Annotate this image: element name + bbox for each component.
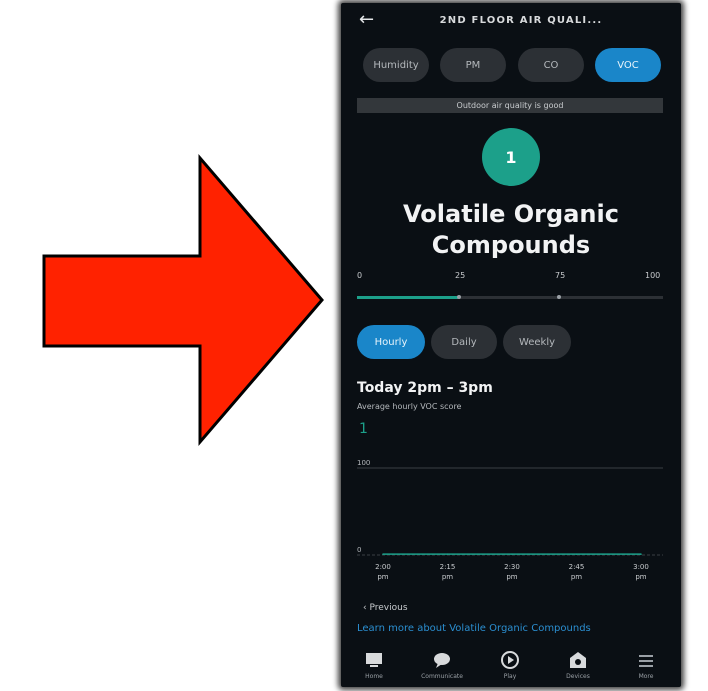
menu-icon [621,649,671,671]
nav-communicate[interactable]: Communicate [417,649,467,680]
period-value: 1 [359,421,368,437]
scale-tick: 0 [357,271,363,280]
previous-link[interactable]: ‹ Previous [363,603,408,613]
x-axis-label: 2:45 [569,563,585,571]
x-axis-label: pm [377,573,388,581]
segment-voc[interactable]: VOC [595,48,661,82]
chat-icon [417,649,467,671]
x-axis-label: 2:15 [440,563,456,571]
x-axis-label: 3:00 [633,563,649,571]
data-point [511,553,513,555]
nav-communicate-label: Communicate [421,673,463,680]
segment-humidity[interactable]: Humidity [363,48,429,82]
bottom-navigation: Home Communicate Play Devices More [341,643,681,687]
phone-screen: ← 2ND FLOOR AIR QUALI... Humidity PM CO … [341,3,681,687]
scale-tick: 100 [645,271,661,280]
outdoor-air-banner: Outdoor air quality is good [357,98,663,113]
nav-play-label: Play [503,673,517,680]
y-axis-label: 0 [357,546,361,554]
x-axis-label: pm [571,573,582,581]
nav-devices-label: Devices [566,673,590,680]
data-point [575,553,578,555]
period-title: Today 2pm – 3pm [357,380,493,396]
data-point [446,553,449,555]
x-axis-label: pm [635,573,646,581]
nav-home-label: Home [365,673,383,680]
tab-weekly[interactable]: Weekly [503,325,571,359]
voc-index-badge: 1 [482,128,540,186]
scale-marker [457,295,461,299]
metric-selector: Humidity PM CO VOC [363,48,661,82]
nav-home[interactable]: Home [349,649,399,680]
top-bar: ← 2ND FLOOR AIR QUALI... [341,3,681,39]
voc-hourly-chart: 100 0 2:00 pm 2:15 pm 2:30 pm 2:45 pm 3:00 pm [357,459,663,581]
previous-label: Previous [369,603,408,613]
y-axis-label: 100 [357,459,370,467]
data-point [640,553,642,555]
scale-marker [557,295,561,299]
segment-pm[interactable]: PM [440,48,506,82]
nav-play[interactable]: Play [485,649,535,680]
devices-icon [553,649,603,671]
nav-more-label: More [638,673,654,680]
home-icon [349,649,399,671]
play-icon [485,649,535,671]
time-range-tabs: Hourly Daily Weekly [357,325,597,359]
segment-co[interactable]: CO [518,48,584,82]
back-arrow-icon[interactable]: ← [359,9,374,30]
scale-fill [357,296,458,299]
tab-daily[interactable]: Daily [431,325,497,359]
tab-hourly[interactable]: Hourly [357,325,425,359]
scale-tick: 25 [455,271,466,280]
x-axis-label: 2:30 [504,563,520,571]
learn-more-link[interactable]: Learn more about Volatile Organic Compou… [357,623,591,634]
nav-devices[interactable]: Devices [553,649,603,680]
data-point [382,553,384,555]
x-axis-label: pm [506,573,517,581]
voc-scale: 0 25 75 100 [357,271,663,303]
x-axis-label: pm [442,573,453,581]
reading-title: Volatile Organic Compounds [403,200,619,259]
page-title: 2ND FLOOR AIR QUALI... [439,15,603,26]
nav-more[interactable]: More [621,649,671,680]
scale-tick: 75 [555,271,566,280]
period-subtitle: Average hourly VOC score [357,402,462,411]
x-axis-label: 2:00 [375,563,391,571]
